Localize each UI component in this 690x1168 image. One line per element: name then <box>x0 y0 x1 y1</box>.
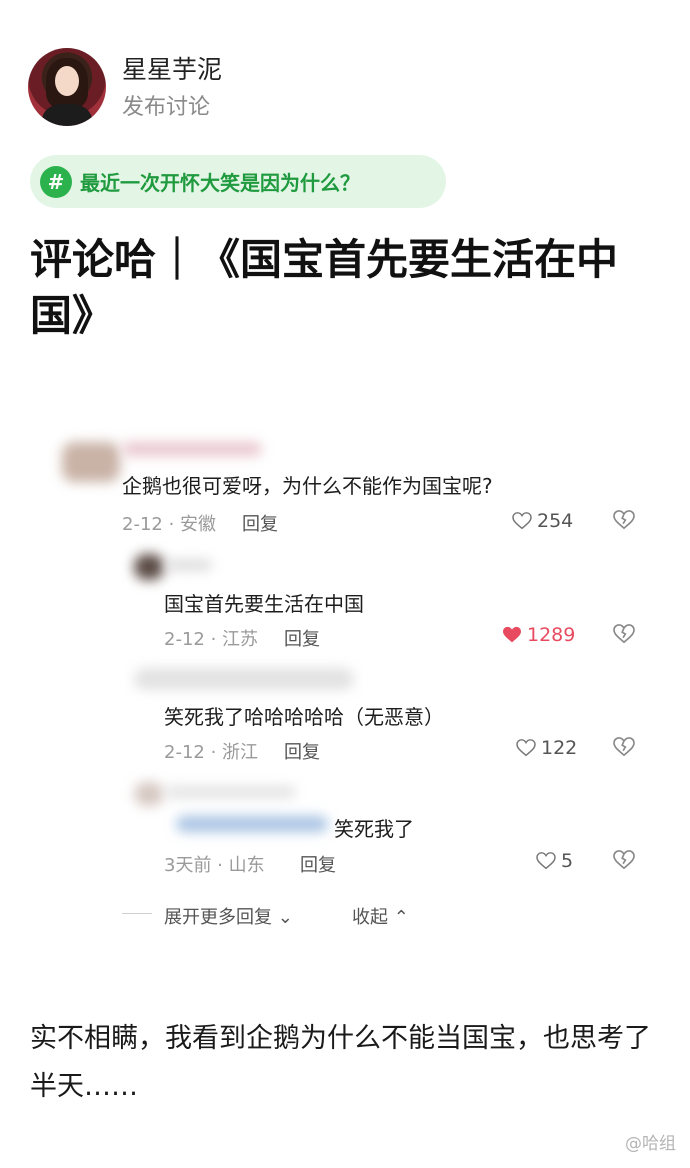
watermark: @哈组 <box>625 1134 676 1154</box>
author-name[interactable]: 星星芋泥 <box>122 50 222 86</box>
topic-text: 最近一次开怀大笑是因为什么？ <box>80 171 360 195</box>
topic-tag[interactable]: # 最近一次开怀大笑是因为什么？ <box>30 155 446 208</box>
like-count: 5 <box>561 850 574 872</box>
post-title: 评论哈｜《国宝首先要生活在中国》 <box>30 235 619 340</box>
commenter-name-blurred <box>166 786 296 798</box>
expand-replies-button[interactable]: 展开更多回复 ⌄ <box>164 903 293 929</box>
collapse-label: 收起 <box>352 907 388 928</box>
like-button[interactable]: 254 <box>512 510 573 532</box>
comment-meta: 3天前 · 山东 <box>164 855 265 876</box>
reply-button[interactable]: 回复 <box>300 851 336 877</box>
thread-divider <box>122 913 152 914</box>
chevron-down-icon: ⌄ <box>277 907 293 928</box>
heart-icon <box>512 512 532 530</box>
broken-heart-icon[interactable] <box>613 510 635 530</box>
caption-text: 实不相瞒，我看到企鹅为什么不能当国宝，也思考了半天…… <box>30 1023 651 1102</box>
broken-heart-icon[interactable] <box>613 737 635 757</box>
reply-button[interactable]: 回复 <box>242 510 278 536</box>
heart-filled-icon <box>503 626 521 643</box>
heart-icon <box>536 852 556 870</box>
hashtag-icon: # <box>40 165 72 198</box>
mentioned-user-blurred <box>176 816 328 832</box>
commenter-avatar-blurred <box>62 442 120 482</box>
comment-meta: 2-12 · 江苏 <box>164 629 259 650</box>
post-action: 发布讨论 <box>122 95 211 120</box>
comment-text: 企鹅也很可爱呀，为什么不能作为国宝呢? <box>122 474 493 498</box>
avatar[interactable] <box>28 48 106 126</box>
broken-heart-icon[interactable] <box>613 624 635 644</box>
comment-text: 笑死我了哈哈哈哈哈（无恶意） <box>164 705 444 729</box>
like-button[interactable]: 122 <box>516 737 577 759</box>
comment-text: 国宝首先要生活在中国 <box>164 592 364 616</box>
like-button[interactable]: 1289 <box>502 624 575 646</box>
like-count: 122 <box>541 737 578 759</box>
commenter-name-blurred <box>122 442 262 456</box>
reply-button[interactable]: 回复 <box>284 625 320 651</box>
like-button[interactable]: 5 <box>536 850 573 872</box>
commenter-name-blurred <box>134 668 354 690</box>
commenter-avatar-blurred <box>134 782 164 806</box>
chevron-up-icon: ⌃ <box>393 907 409 928</box>
broken-heart-icon[interactable] <box>613 850 635 870</box>
commenter-avatar-blurred <box>134 554 164 580</box>
comment-meta: 2-12 · 浙江 <box>164 742 259 763</box>
heart-icon <box>516 739 536 757</box>
collapse-button[interactable]: 收起 ⌃ <box>352 903 409 929</box>
reply-button[interactable]: 回复 <box>284 738 320 764</box>
comment-meta: 2-12 · 安徽 <box>122 514 217 535</box>
like-count: 1289 <box>527 624 576 646</box>
like-count: 254 <box>537 510 574 532</box>
commenter-name-blurred <box>166 560 212 570</box>
comment-text: 笑死我了 <box>334 817 414 841</box>
expand-label: 展开更多回复 <box>164 907 272 928</box>
